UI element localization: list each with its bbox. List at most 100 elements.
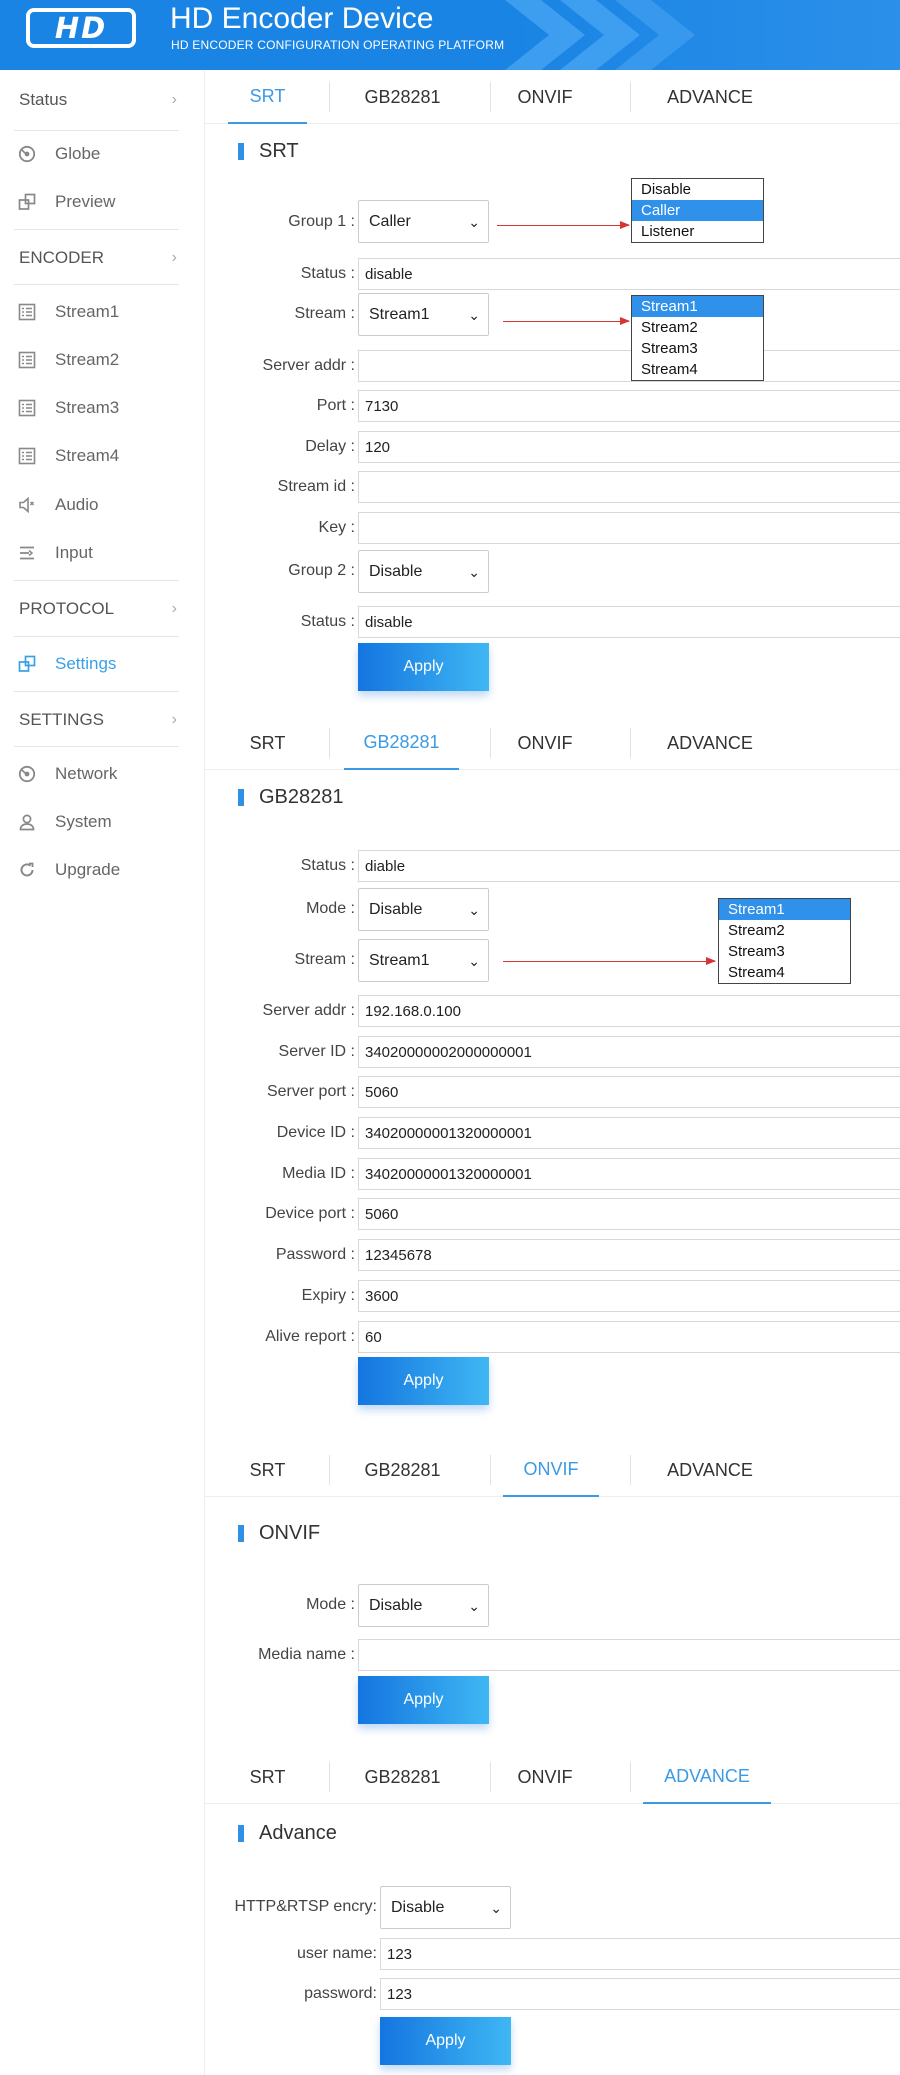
option-stream3[interactable]: Stream3 [719,941,850,962]
user-icon [16,811,38,833]
alive-report-field[interactable] [358,1321,900,1353]
apply-button[interactable]: Apply [358,1676,489,1724]
option-listener[interactable]: Listener [632,221,763,242]
apply-button[interactable]: Apply [358,643,489,691]
server-addr-label: Server addr : [262,357,355,374]
media-id-label: Media ID : [282,1165,355,1182]
mode-select[interactable]: Disable ⌄ [358,888,489,931]
apply-button[interactable]: Apply [380,2017,511,2065]
device-port-field[interactable] [358,1198,900,1230]
sidebar-item-settings[interactable]: Settings [0,640,205,688]
server-addr-label: Server addr : [262,1002,355,1019]
status-label: Status : [300,857,355,874]
tab-advance[interactable]: ADVANCE [635,70,785,124]
server-id-field[interactable] [358,1036,900,1068]
tab-srt[interactable]: SRT [228,1750,307,1804]
tab-onvif[interactable]: ONVIF [495,70,595,124]
tab-gb28281[interactable]: GB28281 [335,1750,470,1804]
option-stream1[interactable]: Stream1 [719,899,850,920]
chevron-right-icon: › [171,600,177,617]
group2-label: Group 2 : [288,562,355,579]
sidebar-section-settings[interactable]: SETTINGS › [0,696,205,744]
tab-srt[interactable]: SRT [228,716,307,770]
stream-label: Stream : [294,951,355,968]
server-addr-field[interactable] [358,995,900,1027]
sidebar-item-input[interactable]: Input [0,529,205,577]
media-id-field[interactable] [358,1158,900,1190]
group1-select[interactable]: Caller ⌄ [358,200,489,243]
chevron-down-icon: ⌄ [468,307,480,323]
option-stream2[interactable]: Stream2 [632,317,763,338]
server-addr-field[interactable] [358,350,900,382]
chevron-down-icon: ⌄ [468,564,480,580]
tab-bar: SRT GB28281 ONVIF ADVANCE [205,1750,900,1804]
sidebar-item-stream4[interactable]: Stream4 [0,432,205,480]
port-field[interactable] [358,390,900,422]
tab-gb28281[interactable]: GB28281 [344,716,459,770]
tab-advance[interactable]: ADVANCE [635,716,785,770]
stream-id-field[interactable] [358,471,900,503]
stream-select[interactable]: Stream1 ⌄ [358,293,489,336]
password-field[interactable] [358,1239,900,1271]
tab-onvif[interactable]: ONVIF [495,1750,595,1804]
sidebar-item-network[interactable]: Network [0,750,205,798]
settings-icon [16,653,38,675]
group1-label: Group 1 : [288,213,355,230]
server-port-field[interactable] [358,1076,900,1108]
status2-field[interactable] [358,606,900,638]
tab-advance[interactable]: ADVANCE [643,1750,771,1804]
option-disable[interactable]: Disable [632,179,763,200]
option-stream4[interactable]: Stream4 [719,962,850,983]
stream-icon [16,301,38,323]
tab-gb28281[interactable]: GB28281 [335,1443,470,1497]
device-id-label: Device ID : [276,1124,355,1141]
group-options-list: Disable Caller Listener [631,178,764,243]
expiry-field[interactable] [358,1280,900,1312]
sidebar-section-status[interactable]: Status › [0,76,205,124]
device-port-label: Device port : [265,1205,355,1222]
stream-icon [16,349,38,371]
status-field[interactable] [358,258,900,290]
password-field[interactable] [380,1978,900,2010]
stream-select[interactable]: Stream1 ⌄ [358,939,489,982]
group2-select[interactable]: Disable ⌄ [358,550,489,593]
sidebar-item-upgrade[interactable]: Upgrade [0,846,205,894]
sidebar-section-protocol[interactable]: PROTOCOL › [0,585,205,633]
status-field[interactable] [358,850,900,882]
tab-onvif[interactable]: ONVIF [503,1443,599,1497]
sidebar-item-preview[interactable]: Preview [0,178,205,226]
sidebar-item-system[interactable]: System [0,798,205,846]
sidebar-item-globe[interactable]: Globe [0,130,205,178]
refresh-icon [16,859,38,881]
stream-options-list: Stream1 Stream2 Stream3 Stream4 [631,295,764,381]
app-subtitle: HD ENCODER CONFIGURATION OPERATING PLATF… [171,38,505,52]
tab-gb28281[interactable]: GB28281 [335,70,470,124]
option-stream4[interactable]: Stream4 [632,359,763,380]
tab-onvif[interactable]: ONVIF [495,716,595,770]
server-id-label: Server ID : [278,1043,355,1060]
option-stream1[interactable]: Stream1 [632,296,763,317]
mode-label: Mode : [306,900,355,917]
media-name-field[interactable] [358,1639,900,1671]
mode-select[interactable]: Disable ⌄ [358,1584,489,1627]
user-name-field[interactable] [380,1938,900,1970]
encry-select[interactable]: Disable ⌄ [380,1886,511,1929]
option-caller[interactable]: Caller [632,200,763,221]
chevron-down-icon: ⌄ [468,214,480,230]
sidebar-item-audio[interactable]: Audio [0,481,205,529]
sidebar-item-stream2[interactable]: Stream2 [0,336,205,384]
tab-srt[interactable]: SRT [228,70,307,124]
tab-advance[interactable]: ADVANCE [635,1443,785,1497]
delay-field[interactable] [358,431,900,463]
sidebar-item-stream1[interactable]: Stream1 [0,288,205,336]
device-id-field[interactable] [358,1117,900,1149]
sidebar-section-encoder[interactable]: ENCODER › [0,234,205,282]
sidebar-item-stream3[interactable]: Stream3 [0,384,205,432]
key-field[interactable] [358,512,900,544]
audio-icon [16,494,38,516]
stream-options-list: Stream1 Stream2 Stream3 Stream4 [718,898,851,984]
option-stream3[interactable]: Stream3 [632,338,763,359]
apply-button[interactable]: Apply [358,1357,489,1405]
tab-srt[interactable]: SRT [228,1443,307,1497]
option-stream2[interactable]: Stream2 [719,920,850,941]
